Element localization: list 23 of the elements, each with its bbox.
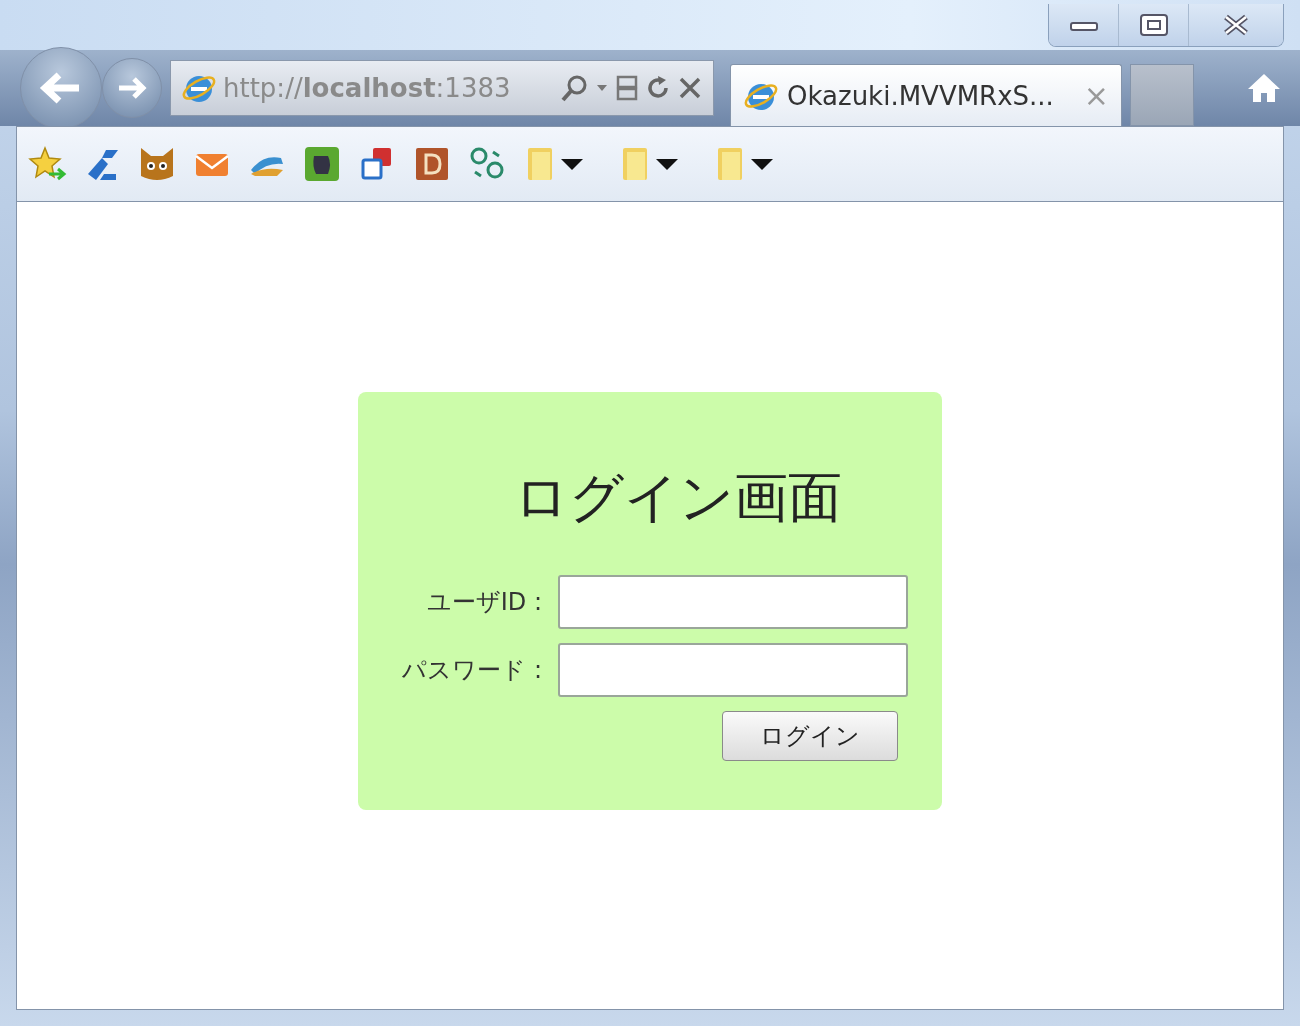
field-label: ユーザID : [426, 587, 542, 618]
close-icon [1222, 14, 1250, 36]
browser-tab[interactable]: Okazuki.MVVMRxS... × [730, 64, 1122, 126]
login-button[interactable]: ログイン [722, 711, 898, 761]
field-label: パスワード : [402, 655, 542, 686]
dropdown-caret-icon [560, 157, 584, 171]
restore-icon [1138, 13, 1169, 37]
home-icon[interactable] [1246, 71, 1282, 105]
close-button[interactable] [1189, 4, 1283, 46]
input-field[interactable] [558, 575, 908, 629]
restore-button[interactable] [1119, 4, 1189, 46]
search-icon[interactable] [559, 73, 589, 103]
input-field[interactable] [558, 643, 908, 697]
dropdown-caret-icon [750, 157, 774, 171]
address-url: http://localhost:1383 [223, 73, 512, 103]
minimize-button[interactable] [1049, 4, 1119, 46]
login-title: ログイン画面 [513, 465, 843, 531]
compatibility-view-icon[interactable] [615, 74, 639, 102]
stop-icon[interactable] [677, 75, 703, 101]
tab-title: Okazuki.MVVMRxS... [787, 80, 1055, 111]
forward-arrow-icon [117, 75, 147, 101]
dropdown-caret-icon[interactable] [595, 83, 609, 93]
dropdown-caret-icon [655, 157, 679, 171]
